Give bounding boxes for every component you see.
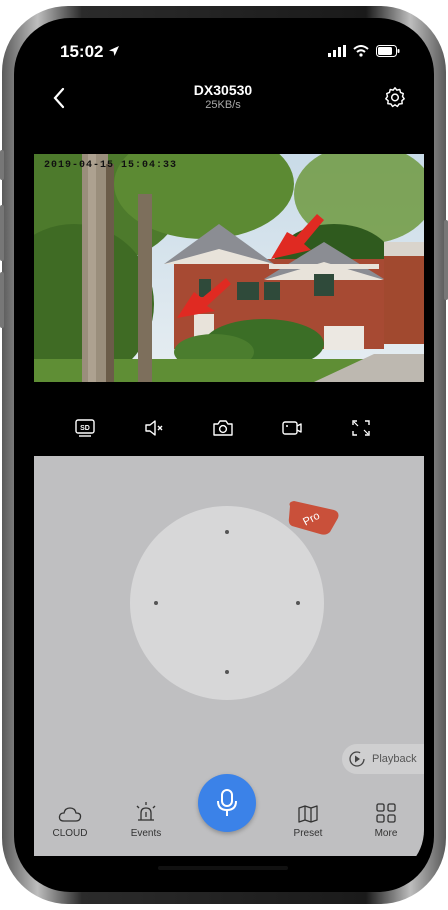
wifi-icon — [353, 45, 369, 57]
snapshot-button[interactable] — [208, 413, 238, 443]
camera-icon — [213, 420, 233, 436]
sd-icon: SD — [74, 419, 95, 437]
bitrate-label: 25KB/s — [205, 99, 241, 111]
fullscreen-icon — [352, 420, 371, 436]
status-bar: 15:02 — [22, 42, 424, 66]
device-title: DX30530 — [193, 82, 253, 98]
mute-button[interactable] — [139, 413, 169, 443]
playback-label: Playback — [372, 753, 417, 765]
power-button — [444, 220, 448, 300]
talk-mic-button[interactable] — [198, 774, 256, 832]
joystick-right-dot[interactable] — [296, 601, 300, 605]
bottom-tab-bar: CLOUD Events Preset More — [34, 774, 424, 856]
tab-cloud-label: CLOUD — [52, 828, 88, 839]
live-video-feed[interactable]: 2019-04-15 15:04:33 — [34, 154, 424, 382]
osd-timestamp: 2019-04-15 15:04:33 — [44, 160, 178, 171]
record-button[interactable] — [277, 413, 307, 443]
joystick-down-dot[interactable] — [225, 670, 229, 674]
joystick-left-dot[interactable] — [154, 601, 158, 605]
tab-cloud[interactable]: CLOUD — [40, 800, 100, 839]
mute-icon — [145, 420, 163, 436]
playback-icon — [349, 751, 365, 767]
alarm-light-icon — [136, 802, 156, 821]
nav-bar: DX30530 25KB/s — [22, 82, 424, 122]
fullscreen-button[interactable] — [346, 413, 376, 443]
tab-more-label: More — [374, 828, 398, 839]
camera-scene-image — [34, 154, 424, 382]
status-icons — [328, 45, 400, 57]
status-time: 15:02 — [60, 42, 104, 61]
sd-button[interactable]: SD — [70, 413, 100, 443]
battery-icon — [376, 45, 400, 57]
microphone-icon — [217, 789, 237, 816]
gear-icon[interactable] — [384, 86, 406, 108]
ptz-panel: Pro Playback — [34, 456, 424, 796]
location-arrow-icon — [109, 46, 119, 56]
tab-more[interactable]: More — [356, 800, 416, 839]
home-indicator[interactable] — [158, 866, 288, 870]
grid-icon — [376, 803, 396, 823]
signal-icon — [328, 45, 346, 57]
map-icon — [298, 805, 318, 823]
record-icon — [282, 421, 302, 435]
svg-text:SD: SD — [80, 425, 90, 432]
playback-button[interactable]: Playback — [342, 744, 424, 774]
tab-preset-label: Preset — [293, 828, 323, 839]
joystick-up-dot[interactable] — [225, 530, 229, 534]
pro-badge[interactable]: Pro — [286, 500, 340, 536]
tab-events-label: Events — [130, 828, 162, 839]
cloud-icon — [58, 807, 82, 822]
volume-up-button — [0, 205, 4, 261]
tab-preset[interactable]: Preset — [278, 800, 338, 839]
screen: 15:02 DX30530 25KB/s 2019-04-15 15:04:33… — [22, 24, 424, 878]
ptz-joystick[interactable] — [130, 506, 324, 700]
volume-down-button — [0, 272, 4, 328]
tab-events[interactable]: Events — [116, 800, 176, 839]
silent-switch — [0, 150, 4, 180]
video-control-bar: SD — [22, 408, 424, 448]
